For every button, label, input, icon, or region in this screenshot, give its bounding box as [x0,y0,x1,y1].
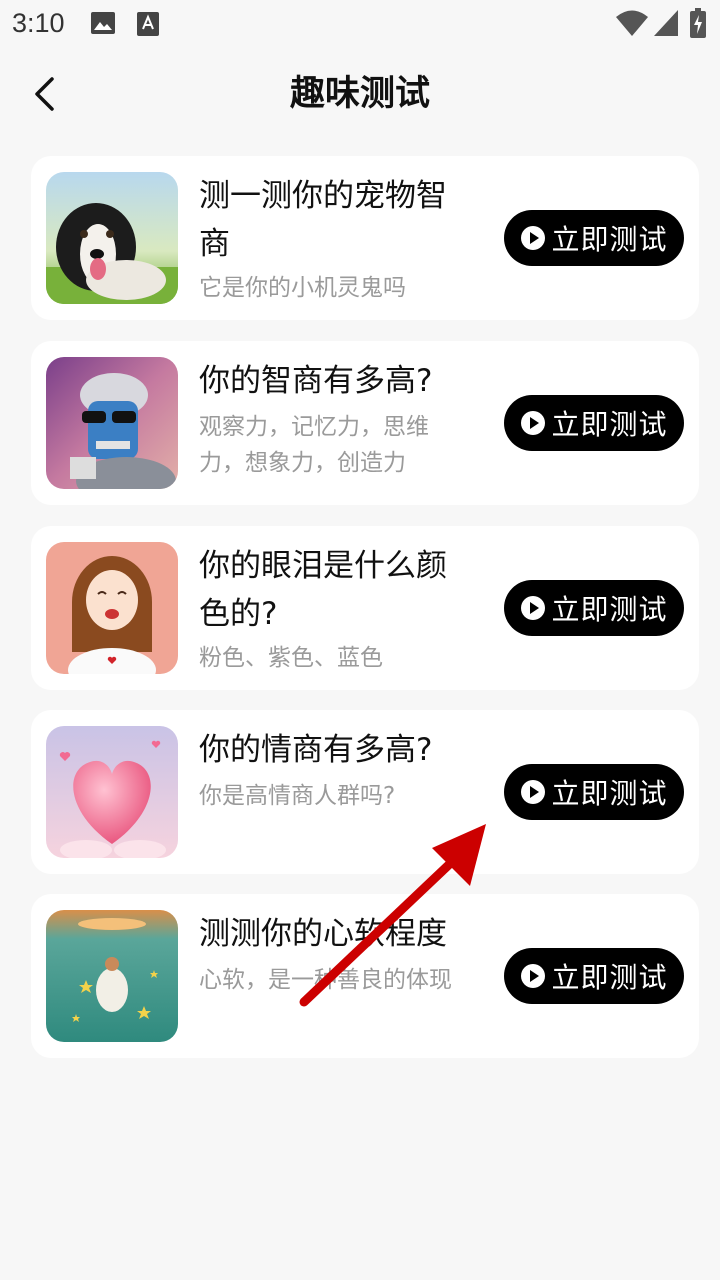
start-test-button[interactable]: 立即测试 [504,948,684,1004]
status-bar: 3:10 [0,0,720,48]
play-icon [521,596,546,620]
test-title: 测测你的心软程度 [199,916,447,952]
test-card-eq[interactable]: 你的情商有多高? 你是高情商人群吗? 立即测试 [31,710,699,874]
start-test-button[interactable]: 立即测试 [504,395,684,451]
start-test-label: 立即测试 [551,593,668,626]
crying-girl-illustration-image [46,542,178,674]
test-card-iq[interactable]: 你的智商有多高? 观察力，记忆力，思维力，想象力，创造力 立即测试 [31,341,699,505]
test-card-tear-color[interactable]: 你的眼泪是什么颜色的? 粉色、紫色、蓝色 立即测试 [31,526,699,690]
test-card-pet-iq[interactable]: 测一测你的宠物智商 它是你的小机灵鬼吗 立即测试 [31,156,699,320]
play-icon [521,780,546,804]
start-test-label: 立即测试 [551,961,668,994]
test-subtitle: 观察力，记忆力，思维力，想象力，创造力 [199,414,429,476]
play-icon [521,411,546,435]
back-button[interactable] [24,72,68,116]
app-header: 趣味测试 [0,48,720,140]
start-test-button[interactable]: 立即测试 [504,210,684,266]
wifi-icon [616,10,648,40]
font-a-icon [137,12,159,40]
test-title: 测一测你的宠物智商 [199,178,447,262]
page-title: 趣味测试 [289,74,430,114]
test-subtitle: 心软，是一种善良的体现 [199,967,452,993]
play-icon [521,226,546,250]
play-icon [521,964,546,988]
start-test-label: 立即测试 [551,408,668,441]
battery-charging-icon [690,8,706,42]
gallery-icon [91,12,115,38]
pink-heart-art-image [46,726,178,858]
test-subtitle: 粉色、紫色、蓝色 [199,645,383,671]
start-test-label: 立即测试 [551,777,668,810]
test-title: 你的情商有多高? [199,732,433,768]
status-time: 3:10 [12,8,65,38]
dog-photo-image [46,172,178,304]
test-title: 你的智商有多高? [199,363,433,399]
lake-girl-illustration-image [46,910,178,1042]
start-test-button[interactable]: 立即测试 [504,580,684,636]
test-subtitle: 它是你的小机灵鬼吗 [199,275,406,301]
start-test-button[interactable]: 立即测试 [504,764,684,820]
test-subtitle: 你是高情商人群吗? [199,783,396,809]
test-title: 你的眼泪是什么颜色的? [199,548,447,632]
cyber-face-art-image [46,357,178,489]
back-arrow-icon [35,77,54,111]
test-card-soft-heart[interactable]: 测测你的心软程度 心软，是一种善良的体现 立即测试 [31,894,699,1058]
start-test-label: 立即测试 [551,223,668,256]
signal-icon [654,10,678,40]
